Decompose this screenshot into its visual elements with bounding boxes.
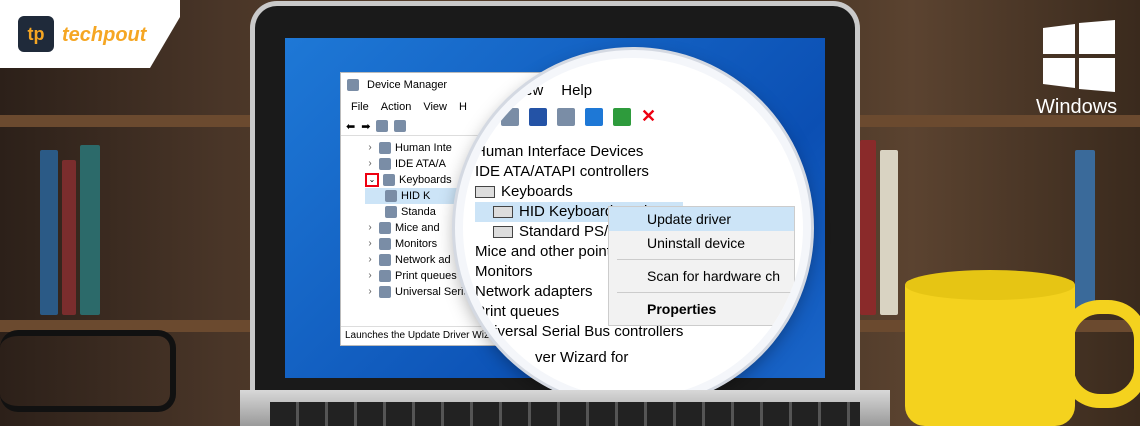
keyboard-icon xyxy=(475,186,495,198)
tree-label: Human Inte xyxy=(395,142,452,154)
chevron-right-icon[interactable]: › xyxy=(365,156,375,172)
lens-toolbar: ✕ xyxy=(501,106,656,127)
chevron-right-icon[interactable]: › xyxy=(365,140,375,156)
list-label: Network adapters xyxy=(475,283,593,300)
chevron-right-icon[interactable]: › xyxy=(365,252,375,268)
status-text: ver Wizard for xyxy=(475,348,683,368)
windows-icon xyxy=(1043,20,1115,92)
book xyxy=(62,160,76,315)
list-label: Monitors xyxy=(475,263,533,280)
chevron-right-icon[interactable]: › xyxy=(365,268,375,284)
update-driver-icon[interactable] xyxy=(613,107,631,126)
usb-icon xyxy=(379,286,391,298)
help-icon[interactable] xyxy=(529,107,547,126)
logo-mark: tp xyxy=(18,16,54,52)
list-item[interactable]: Keyboards xyxy=(475,182,683,202)
list-label: Print queues xyxy=(475,303,560,320)
menu-help[interactable]: Help xyxy=(561,82,592,99)
list-label: IDE ATA/ATAPI controllers xyxy=(475,163,649,180)
device-manager-icon xyxy=(347,79,359,91)
monitor-icon xyxy=(379,238,391,250)
menu-view[interactable]: View xyxy=(511,82,543,99)
book xyxy=(80,145,100,315)
tree-label: Print queues xyxy=(395,270,457,282)
device-icon xyxy=(379,158,391,170)
chevron-right-icon[interactable]: › xyxy=(365,236,375,252)
refresh-icon[interactable] xyxy=(394,120,407,132)
keyboard-icon xyxy=(385,190,397,202)
list-item[interactable]: Human Interface Devices xyxy=(475,142,683,162)
keyboard xyxy=(270,402,860,426)
book xyxy=(40,150,58,315)
list-item[interactable]: IDE ATA/ATAPI controllers xyxy=(475,162,683,182)
tree-label: Network ad xyxy=(395,254,451,266)
menu-update-driver[interactable]: Update driver xyxy=(609,207,794,231)
list-label: ver Wizard for xyxy=(535,349,629,366)
windows-label: Windows xyxy=(1036,96,1118,118)
book xyxy=(860,140,876,315)
back-icon[interactable]: ⬅ xyxy=(346,120,355,133)
menu-action[interactable]: Action xyxy=(381,97,412,117)
magnifier-lens: View Help ✕ Human Interface Devices IDE … xyxy=(455,50,811,406)
tree-label: Keyboards xyxy=(399,174,452,186)
mug xyxy=(905,280,1075,426)
tree-label: Universal Serial xyxy=(395,286,473,298)
separator xyxy=(617,259,794,260)
list-label: Human Interface Devices xyxy=(475,143,644,160)
keyboard-icon xyxy=(383,174,395,186)
keyboard-icon xyxy=(493,226,513,238)
menu-view[interactable]: View xyxy=(423,97,447,117)
chevron-down-icon[interactable]: ⌄ xyxy=(365,173,379,187)
logo-text: techpout xyxy=(62,24,147,46)
chevron-right-icon[interactable]: › xyxy=(365,284,375,300)
scan-icon[interactable] xyxy=(557,107,575,126)
tree-label: Monitors xyxy=(395,238,438,250)
keyboard-icon xyxy=(385,206,397,218)
printer-icon xyxy=(379,270,391,282)
tree-label: Mice and xyxy=(395,222,440,234)
separator xyxy=(617,292,794,293)
lens-menu-bar: View Help xyxy=(511,82,592,99)
book xyxy=(1075,150,1095,315)
book xyxy=(880,150,898,315)
menu-file[interactable]: File xyxy=(351,97,369,117)
tree-label: HID K xyxy=(401,190,431,202)
list-label: Mice and other pointin xyxy=(475,243,623,260)
menu-scan-hardware[interactable]: Scan for hardware ch xyxy=(609,264,794,288)
context-menu: Update driver Uninstall device Scan for … xyxy=(608,206,795,326)
chevron-right-icon[interactable]: › xyxy=(365,220,375,236)
mouse-icon xyxy=(379,222,391,234)
glasses xyxy=(0,330,176,412)
network-icon xyxy=(379,254,391,266)
techpout-logo: tp techpout xyxy=(0,0,180,68)
keyboard-icon xyxy=(493,206,513,218)
forward-icon[interactable]: ➡ xyxy=(361,120,370,133)
monitor-icon[interactable] xyxy=(585,107,603,126)
menu-properties[interactable]: Properties xyxy=(609,297,794,321)
menu-help[interactable]: H xyxy=(459,97,467,117)
mug-rim xyxy=(905,270,1075,300)
window-title-text: Device Manager xyxy=(367,79,448,91)
device-icon xyxy=(379,142,391,154)
properties-icon[interactable] xyxy=(501,107,519,126)
tree-label: Standa xyxy=(401,206,436,218)
properties-icon[interactable] xyxy=(376,120,389,132)
list-label: Keyboards xyxy=(501,183,573,200)
menu-uninstall-device[interactable]: Uninstall device xyxy=(609,231,794,255)
tree-label: IDE ATA/A xyxy=(395,158,446,170)
uninstall-icon[interactable]: ✕ xyxy=(641,106,656,127)
